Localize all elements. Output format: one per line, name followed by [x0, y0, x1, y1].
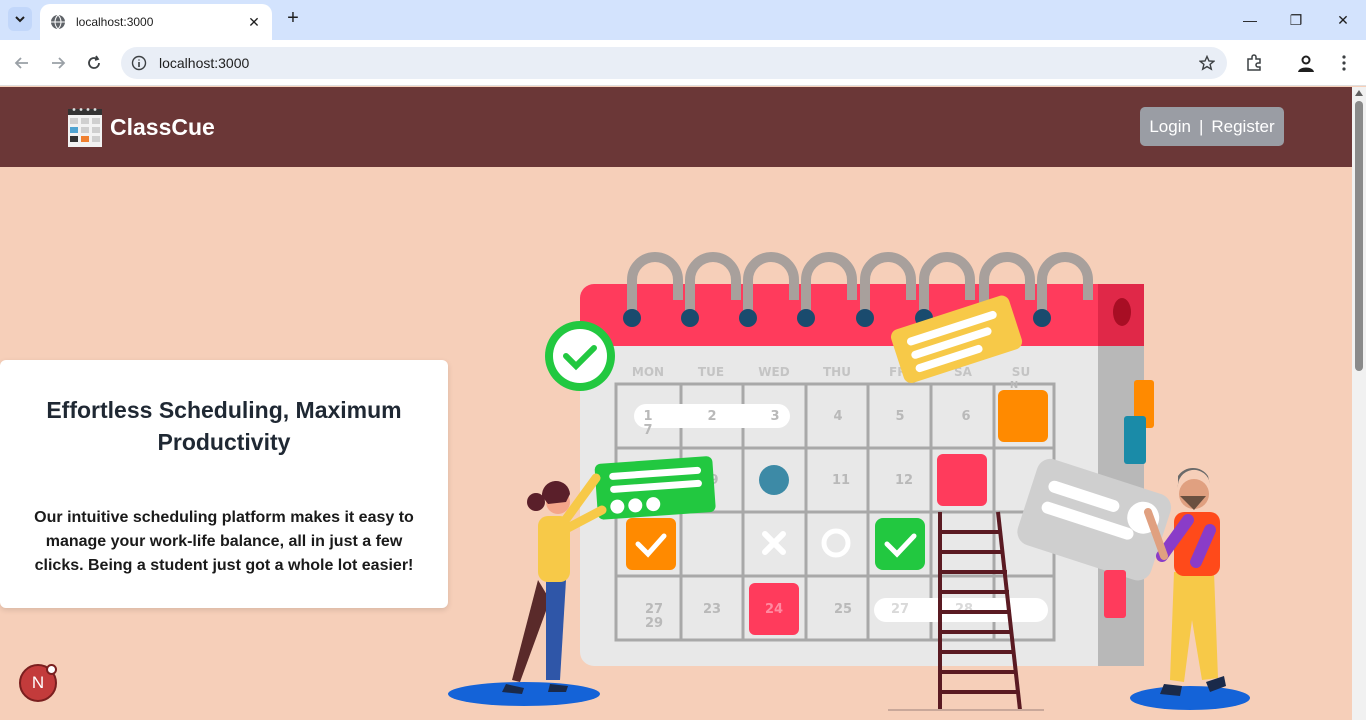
ground-shadow-right [1130, 686, 1250, 710]
day-12: 12 [895, 473, 913, 488]
day-header-tue: TUE [698, 365, 724, 379]
globe-icon [51, 14, 65, 30]
login-link[interactable]: Login [1149, 117, 1191, 137]
day-n: N [1010, 380, 1018, 391]
back-button[interactable] [10, 51, 34, 75]
hero-card: Effortless Scheduling, Maximum Productiv… [0, 360, 448, 608]
new-tab-button[interactable]: + [282, 8, 304, 30]
day-25: 25 [834, 602, 852, 617]
day-4: 4 [833, 409, 842, 424]
kebab-menu-icon [1342, 55, 1346, 71]
reload-button[interactable] [82, 51, 106, 75]
day-3: 3 [770, 409, 779, 424]
day-7: 7 [643, 423, 652, 438]
menu-button[interactable] [1332, 51, 1356, 75]
star-icon[interactable] [1199, 55, 1215, 71]
address-bar[interactable]: localhost:3000 [121, 47, 1227, 79]
day-27a: 27 [645, 602, 663, 617]
day-24: 24 [765, 602, 783, 617]
minimize-button[interactable]: — [1240, 10, 1260, 30]
day-header-thu: THU [823, 365, 851, 379]
tab-title: localhost:3000 [76, 15, 154, 29]
reload-icon [88, 55, 100, 69]
chevron-down-icon [15, 16, 25, 23]
brand-name: ClassCue [110, 113, 215, 140]
register-link[interactable]: Register [1211, 117, 1274, 137]
extensions-button[interactable] [1242, 51, 1266, 75]
hero-title: Effortless Scheduling, Maximum Productiv… [46, 397, 402, 455]
teal-dot-marker [759, 465, 789, 495]
url-text: localhost:3000 [159, 55, 250, 71]
orange-day-block [998, 390, 1048, 442]
scroll-thumb[interactable] [1355, 101, 1363, 371]
calendar-illustration: MON TUE WED THU FRI SA SU 1 2 3 4 5 6 7 … [448, 252, 1250, 711]
browser-tab[interactable]: localhost:3000 ✕ [40, 4, 272, 40]
day-2: 2 [707, 409, 716, 424]
day-6: 6 [961, 409, 970, 424]
auth-separator: | [1198, 116, 1204, 136]
tab-search-button[interactable] [8, 7, 32, 31]
site-header: ClassCue Login | Register [0, 87, 1352, 167]
arrow-left-icon [14, 57, 28, 69]
orange-check-block [626, 518, 676, 570]
info-icon[interactable] [131, 55, 147, 71]
auth-links: Login | Register [1140, 107, 1284, 146]
page-scrollbar[interactable] [1352, 87, 1366, 720]
hero-description: Our intuitive scheduling platform makes … [34, 509, 414, 574]
scroll-up-arrow-icon[interactable] [1355, 90, 1363, 96]
calendar-logo-icon [68, 108, 102, 147]
day-23: 23 [703, 602, 721, 617]
tab-close-icon[interactable]: ✕ [246, 14, 262, 31]
day-28: 28 [955, 602, 973, 617]
window-close-button[interactable]: ✕ [1333, 10, 1353, 30]
forward-button[interactable] [46, 51, 70, 75]
puzzle-icon [1247, 54, 1261, 71]
day-11: 11 [832, 473, 850, 488]
day-header-su: SU [1012, 365, 1030, 379]
browser-tab-bar: localhost:3000 ✕ + — ❐ ✕ [0, 0, 1366, 40]
restore-button[interactable]: ❐ [1286, 10, 1306, 30]
brand[interactable]: ClassCue [68, 107, 215, 147]
day-header-mon: MON [632, 365, 664, 379]
day-1: 1 [643, 409, 652, 424]
profile-button[interactable] [1294, 51, 1318, 75]
browser-toolbar: localhost:3000 [0, 40, 1366, 86]
avatar-icon [1298, 55, 1314, 72]
dev-tools-status-dot [46, 664, 57, 675]
red-day-block-12 [937, 454, 987, 506]
arrow-right-icon [52, 57, 66, 69]
green-note-card [594, 456, 716, 520]
ground-shadow-left [448, 682, 600, 706]
day-27b: 27 [891, 602, 909, 617]
day-5: 5 [895, 409, 904, 424]
day-29: 29 [645, 616, 663, 631]
day-header-wed: WED [758, 365, 789, 379]
green-check-block [875, 518, 925, 570]
